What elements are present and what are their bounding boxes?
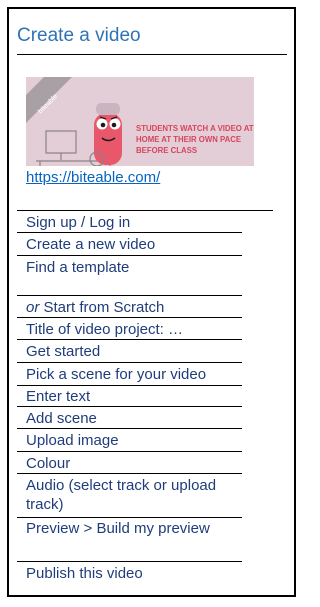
thumbnail-headline-line-2: HOME AT THEIR OWN PACE — [136, 135, 241, 144]
start-scratch-label: Start from Scratch — [39, 299, 165, 316]
step-find-template: Find a template — [17, 258, 242, 296]
title-divider — [17, 54, 287, 55]
step-start-scratch: or Start from Scratch — [17, 298, 242, 318]
step-create-video: Create a new video — [17, 235, 242, 256]
step-pick-scene: Pick a scene for your video — [17, 365, 242, 386]
step-signup: Sign up / Log in — [17, 213, 242, 233]
step-get-started: Get started — [17, 342, 242, 363]
step-enter-text: Enter text — [17, 387, 242, 407]
step-colour: Colour — [17, 454, 242, 474]
section-divider — [17, 210, 273, 211]
step-preview: Preview > Build my preview — [17, 519, 242, 562]
page-title: Create a video — [17, 25, 141, 46]
step-upload-image: Upload image — [17, 431, 242, 452]
step-audio: Audio (select track or upload track) — [17, 476, 242, 518]
thumbnail-headline-line-3: BEFORE CLASS — [136, 146, 197, 155]
step-publish: Publish this video — [26, 565, 143, 582]
video-thumbnail[interactable]: biteable STUDENTS WATCH A VIDEO AT HOME … — [26, 77, 254, 166]
step-add-scene: Add scene — [17, 409, 242, 429]
or-word: or — [26, 299, 40, 316]
biteable-link[interactable]: https://biteable.com/ — [26, 169, 160, 186]
step-title-project: Title of video project: … — [17, 320, 242, 340]
thumbnail-headline-line-1: STUDENTS WATCH A VIDEO AT — [136, 124, 254, 133]
